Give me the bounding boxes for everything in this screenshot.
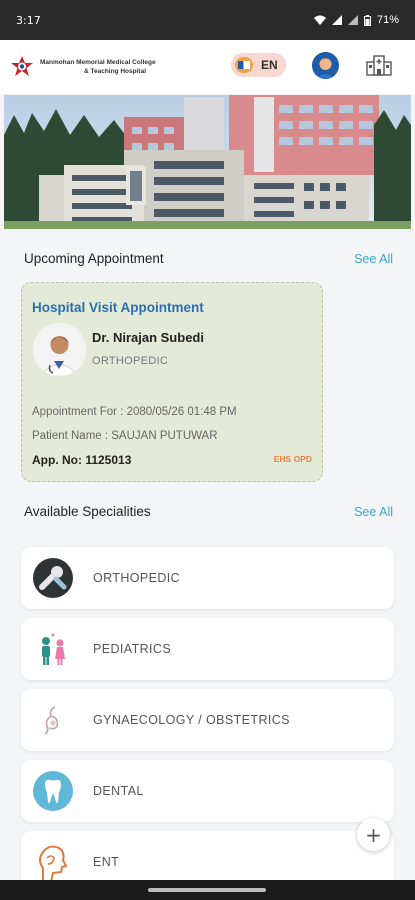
battery-icon — [363, 14, 371, 26]
upcoming-appointment-title: Upcoming Appointment — [24, 251, 164, 266]
hospital-logo-icon[interactable] — [10, 55, 34, 79]
bone-joint-icon — [31, 556, 75, 600]
doctor-name: Dr. Nirajan Subedi — [92, 330, 204, 345]
language-toggle[interactable]: EN — [231, 53, 286, 77]
system-nav-bar — [0, 880, 415, 900]
hospital-name-line2: & Teaching Hospital — [84, 68, 146, 75]
children-icon — [31, 627, 75, 671]
upcoming-see-all-link[interactable]: See All — [354, 252, 393, 266]
add-fab-button[interactable]: + — [357, 818, 390, 851]
speciality-card-orthopedic[interactable]: ORTHOPEDIC — [21, 547, 394, 609]
status-time: 3:17 — [16, 13, 41, 27]
speciality-card-dental[interactable]: DENTAL — [21, 760, 394, 822]
status-icons: 71% — [313, 14, 399, 26]
battery-percent: 71% — [376, 14, 399, 26]
plus-icon: + — [365, 822, 382, 847]
speciality-card-gynaecology[interactable]: GYNAECOLOGY / OBSTETRICS — [21, 689, 394, 751]
speciality-label: GYNAECOLOGY / OBSTETRICS — [93, 713, 290, 727]
speciality-label: ENT — [93, 855, 120, 869]
wifi-icon — [313, 15, 326, 25]
pregnancy-icon — [31, 698, 75, 742]
appointment-type: Hospital Visit Appointment — [32, 300, 204, 315]
hospital-name: Manmohan Memorial Medical College & Teac… — [40, 58, 190, 76]
ear-nose-throat-icon — [31, 840, 75, 884]
signal-icon-2 — [347, 15, 358, 25]
specialities-header: Available Specialities See All — [24, 504, 393, 519]
signal-icon — [331, 15, 342, 25]
speciality-card-pediatrics[interactable]: PEDIATRICS — [21, 618, 394, 680]
patient-name: Patient Name : SAUJAN PUTUWAR — [32, 430, 218, 442]
appointment-datetime: Appointment For : 2080/05/26 01:48 PM — [32, 406, 237, 418]
hospital-name-line1: Manmohan Memorial Medical College — [40, 59, 156, 66]
app-header: Manmohan Memorial Medical College & Teac… — [0, 40, 415, 94]
hospital-banner-image — [4, 95, 411, 229]
language-flag-icon — [235, 57, 253, 73]
appointment-number: App. No: 1125013 — [32, 453, 132, 467]
hospital-building-icon[interactable] — [366, 54, 392, 76]
doctor-department: ORTHOPEDIC — [92, 355, 169, 367]
speciality-label: DENTAL — [93, 784, 144, 798]
doctor-photo — [33, 323, 86, 376]
appointment-card[interactable]: Hospital Visit Appointment Dr. Nirajan S… — [21, 282, 323, 482]
user-avatar[interactable] — [312, 52, 339, 79]
status-bar: 3:17 71% — [0, 0, 415, 40]
specialities-see-all-link[interactable]: See All — [354, 505, 393, 519]
specialities-title: Available Specialities — [24, 504, 151, 519]
gesture-handle[interactable] — [148, 888, 266, 892]
upcoming-appointment-header: Upcoming Appointment See All — [24, 251, 393, 266]
language-label: EN — [261, 58, 278, 72]
tooth-icon — [31, 769, 75, 813]
appointment-tag: EHS OPD — [273, 454, 312, 464]
speciality-label: PEDIATRICS — [93, 642, 172, 656]
main-content[interactable]: Upcoming Appointment See All Hospital Vi… — [0, 229, 415, 893]
speciality-label: ORTHOPEDIC — [93, 571, 181, 585]
